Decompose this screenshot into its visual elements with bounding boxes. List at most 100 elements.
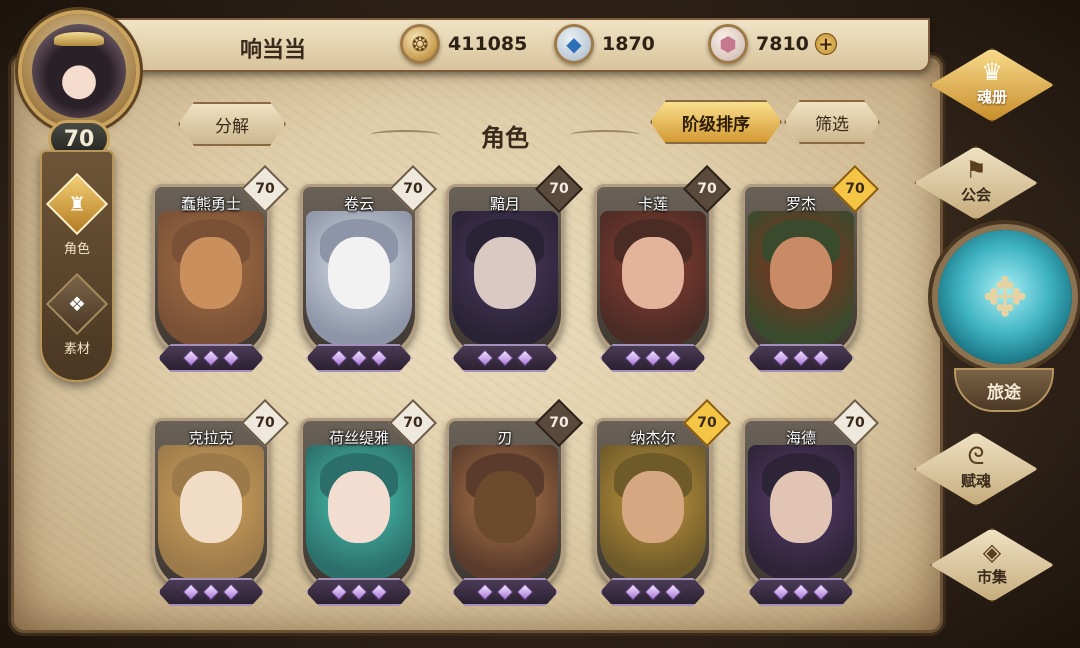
player-avatar[interactable]: 70	[4, 6, 154, 158]
gem-icon	[664, 349, 682, 367]
currency-prism[interactable]: ⬢ 7810 +	[708, 24, 837, 64]
gem-icon	[182, 583, 200, 601]
hero-level: 70	[403, 415, 423, 431]
gem-icon	[330, 349, 348, 367]
gem-icon	[222, 349, 240, 367]
hero-card[interactable]: 卡莲 70	[594, 164, 732, 374]
hero-gem-bar	[158, 578, 264, 606]
hero-card-frame: 海德	[742, 418, 860, 594]
gem-icon	[792, 349, 810, 367]
hero-gem-bar	[748, 578, 854, 606]
hero-level: 70	[549, 415, 569, 431]
gem-icon	[664, 583, 682, 601]
gem-icon	[812, 349, 830, 367]
tab-materials-label: 素材	[63, 342, 90, 357]
hero-portrait	[600, 211, 706, 347]
gem-icon	[476, 583, 494, 601]
hero-gem-bar	[600, 578, 706, 606]
hero-card-frame: 蠢熊勇士	[152, 184, 270, 360]
hero-portrait	[158, 211, 264, 347]
avatar-ring	[22, 14, 136, 128]
page-title: 角色	[481, 124, 529, 152]
hero-portrait	[748, 211, 854, 347]
endow-soul-label: 赋魂	[960, 471, 991, 490]
add-currency-button[interactable]: +	[814, 33, 837, 55]
hero-card[interactable]: 罗杰 70	[742, 164, 880, 374]
tab-characters[interactable]: ♜ 角色	[45, 170, 109, 258]
filter-button[interactable]: 筛选	[784, 100, 880, 144]
prism-value: 7810	[756, 33, 809, 55]
hero-card[interactable]: 卷云 70	[300, 164, 438, 374]
blue-crystal-icon: ◆	[554, 24, 594, 64]
journey-compass-icon: ✥	[938, 230, 1072, 364]
hero-card[interactable]: 海德 70	[742, 398, 880, 608]
gem-icon	[496, 583, 514, 601]
gem-icon	[350, 583, 368, 601]
hero-card-frame: 刃	[446, 418, 564, 594]
hero-gem-bar	[306, 344, 412, 372]
gem-icon	[812, 583, 830, 601]
journey-button[interactable]: ✥ 旅途	[932, 222, 1076, 418]
currency-gold[interactable]: ❂ 411085	[400, 24, 527, 64]
gem-icon	[644, 583, 662, 601]
hero-card[interactable]: 蠢熊勇士 70	[152, 164, 290, 374]
hero-card-frame: 黯月	[446, 184, 564, 360]
hero-face	[328, 471, 390, 543]
hero-card-frame: 克拉克	[152, 418, 270, 594]
hero-face	[474, 237, 536, 309]
gem-icon	[772, 349, 790, 367]
journey-label: 旅途	[987, 383, 1021, 403]
tab-materials[interactable]: ❖ 素材	[45, 270, 109, 358]
tab-characters-label: 角色	[63, 242, 90, 257]
guild-banner-icon: ⚑	[965, 155, 987, 184]
hero-level: 70	[549, 181, 569, 197]
gem-icon	[772, 583, 790, 601]
soul-book-button[interactable]: ♛ 魂册	[930, 48, 1054, 122]
gem-icon	[182, 349, 200, 367]
hero-gem-bar	[452, 344, 558, 372]
hero-card-frame: 荷丝缇雅	[300, 418, 418, 594]
gem-icon	[350, 349, 368, 367]
prism-gem-icon: ⬢	[708, 24, 748, 64]
material-icon: ❖	[45, 272, 109, 336]
hero-level: 70	[697, 181, 717, 197]
gold-coin-icon: ❂	[400, 24, 440, 64]
hero-portrait	[748, 445, 854, 581]
hero-level: 70	[255, 181, 275, 197]
hero-portrait	[306, 211, 412, 347]
hero-card[interactable]: 荷丝缇雅 70	[300, 398, 438, 608]
hero-card[interactable]: 纳杰尔 70	[594, 398, 732, 608]
soul-book-icon: ♛	[981, 57, 1003, 86]
hero-portrait	[600, 445, 706, 581]
market-button[interactable]: ◈ 市集	[930, 528, 1054, 602]
title-flourish-left	[370, 130, 440, 140]
gem-icon	[624, 583, 642, 601]
hero-face	[474, 471, 536, 543]
endow-soul-button[interactable]: ᘓ 赋魂	[914, 432, 1038, 506]
hero-card[interactable]: 黯月 70	[446, 164, 584, 374]
gem-icon	[476, 349, 494, 367]
hero-face	[622, 471, 684, 543]
helmet-icon: ♜	[45, 172, 109, 236]
hero-level: 70	[845, 415, 865, 431]
soul-book-label: 魂册	[976, 87, 1007, 106]
sort-by-tier-button[interactable]: 阶级排序	[650, 100, 782, 144]
hero-level: 70	[403, 181, 423, 197]
diamond-icon: ◈	[982, 537, 1002, 566]
gem-icon	[624, 349, 642, 367]
hero-card[interactable]: 克拉克 70	[152, 398, 290, 608]
hero-face	[622, 237, 684, 309]
title-flourish-right	[570, 130, 640, 140]
hero-portrait	[452, 211, 558, 347]
avatar-portrait	[32, 24, 126, 118]
hero-portrait	[158, 445, 264, 581]
guild-button[interactable]: ⚑ 公会	[914, 146, 1038, 220]
gem-icon	[202, 583, 220, 601]
decompose-button[interactable]: 分解	[178, 102, 286, 146]
currency-crystal[interactable]: ◆ 1870	[554, 24, 655, 64]
gem-icon	[370, 583, 388, 601]
hero-gem-bar	[306, 578, 412, 606]
gem-icon	[516, 583, 534, 601]
hero-face	[770, 237, 832, 309]
hero-card[interactable]: 刃 70	[446, 398, 584, 608]
